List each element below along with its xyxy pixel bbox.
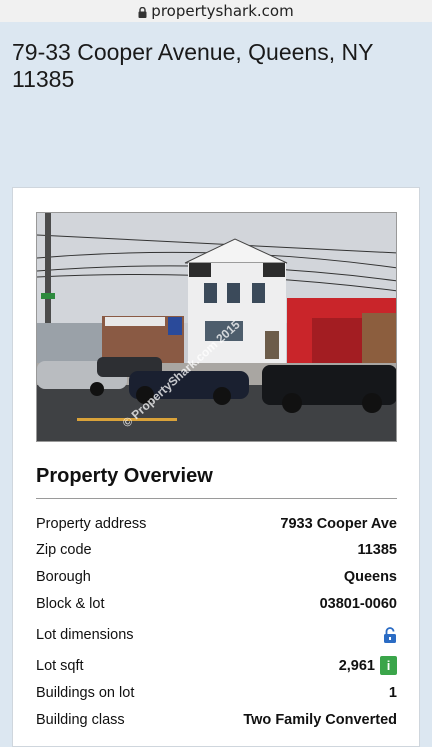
row-value: 03801-0060 bbox=[319, 595, 397, 612]
page-header: 79-33 Cooper Avenue, Queens, NY 11385 bbox=[0, 22, 432, 180]
table-row: Block & lot 03801-0060 bbox=[36, 590, 397, 617]
property-card: © PropertyShark.com 2015 Property Overvi… bbox=[12, 187, 420, 747]
lock-icon bbox=[138, 6, 147, 18]
table-row: Property address 7933 Cooper Ave bbox=[36, 510, 397, 537]
table-row: Lot sqft 2,961 i bbox=[36, 652, 397, 679]
row-value: Queens bbox=[343, 568, 397, 585]
row-label: Buildings on lot bbox=[36, 684, 135, 701]
property-photo[interactable]: © PropertyShark.com 2015 bbox=[36, 212, 397, 442]
street-scene-image: © PropertyShark.com 2015 bbox=[37, 213, 396, 441]
section-title-property-overview: Property Overview bbox=[36, 465, 213, 487]
table-row: Borough Queens bbox=[36, 563, 397, 590]
url-text: propertyshark.com bbox=[151, 2, 294, 20]
overview-table: Property address 7933 Cooper Ave Zip cod… bbox=[36, 510, 397, 733]
page-title: 79-33 Cooper Avenue, Queens, NY 11385 bbox=[12, 39, 374, 92]
browser-url-bar[interactable]: propertyshark.com bbox=[0, 0, 432, 22]
row-value: 1 bbox=[388, 684, 397, 701]
row-label: Lot sqft bbox=[36, 657, 84, 674]
table-row: Zip code 11385 bbox=[36, 537, 397, 563]
row-label: Lot dimensions bbox=[36, 626, 134, 643]
unlock-icon[interactable] bbox=[383, 626, 397, 643]
table-row: Buildings on lot 1 bbox=[36, 679, 397, 706]
table-row: Lot dimensions bbox=[36, 617, 397, 652]
row-label: Property address bbox=[36, 515, 147, 532]
row-label: Block & lot bbox=[36, 595, 105, 612]
section-divider bbox=[36, 498, 397, 499]
row-value: 2,961 bbox=[338, 657, 375, 674]
row-label: Borough bbox=[36, 568, 91, 585]
info-badge-icon[interactable]: i bbox=[380, 656, 397, 675]
row-value: 11385 bbox=[357, 542, 397, 558]
row-label: Zip code bbox=[36, 542, 92, 558]
row-value-group: 2,961 i bbox=[339, 656, 397, 675]
row-value: 7933 Cooper Ave bbox=[280, 515, 397, 532]
